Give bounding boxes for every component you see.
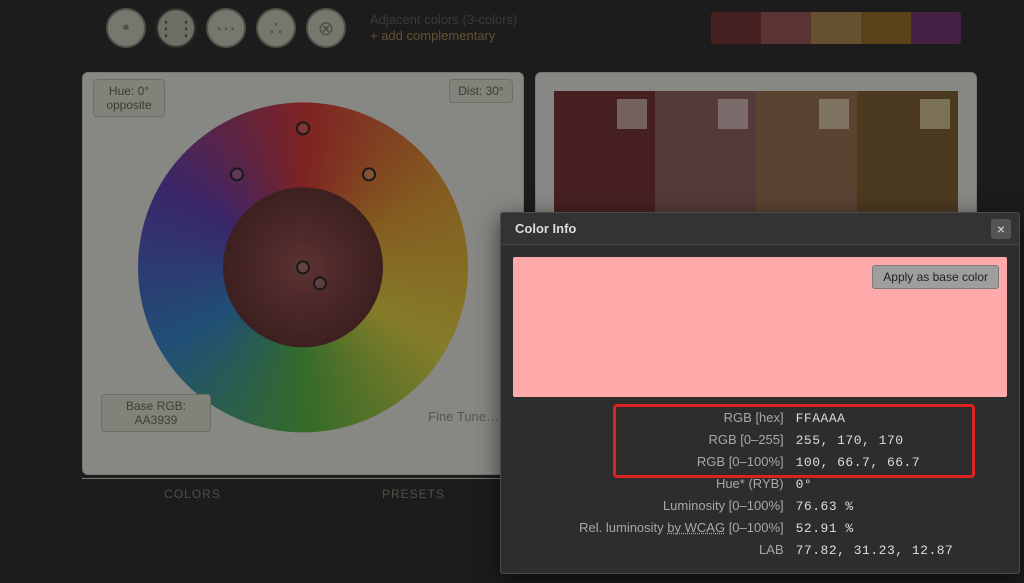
info-value: FFAAAA: [790, 407, 1007, 429]
info-row: LAB77.82, 31.23, 12.87: [513, 539, 1007, 561]
fine-tune-link[interactable]: Fine Tune…: [428, 409, 499, 424]
palette-swatch[interactable]: [861, 12, 911, 44]
popup-title: Color Info: [515, 221, 576, 236]
scheme-title: Adjacent colors (3-colors): [370, 12, 517, 28]
wheel-panel: Hue: 0° opposite Dist: 30° Base RGB: AA3…: [82, 72, 524, 475]
popup-header: Color Info ×: [501, 213, 1019, 245]
info-key: RGB [0–255]: [513, 429, 790, 451]
base-rgb-pill[interactable]: Base RGB: AA3939: [101, 394, 211, 432]
scheme-subtitle[interactable]: + add complementary: [370, 28, 517, 44]
info-value: 52.91 %: [790, 517, 1007, 539]
info-value: 77.82, 31.23, 12.87: [790, 539, 1007, 561]
scheme-option-4[interactable]: ∴: [256, 8, 296, 48]
color-wheel[interactable]: [138, 102, 468, 432]
info-key: RGB [0–100%]: [513, 451, 790, 473]
wheel-point-center[interactable]: [296, 260, 310, 274]
palette-swatch[interactable]: [811, 12, 861, 44]
scheme-option-1[interactable]: •: [106, 8, 146, 48]
apply-base-color-button[interactable]: Apply as base color: [872, 265, 999, 289]
dist-value: Dist: 30°: [458, 84, 503, 98]
scheme-option-5[interactable]: ⊗: [306, 8, 346, 48]
color-swatch: Apply as base color: [513, 257, 1007, 397]
info-row: Hue* (RYB)0°: [513, 473, 1007, 495]
info-key: LAB: [513, 539, 790, 561]
color-info-popup: Color Info × Apply as base color RGB [he…: [500, 212, 1020, 574]
info-key: Luminosity [0–100%]: [513, 495, 790, 517]
wheel-point-left[interactable]: [230, 167, 244, 181]
scheme-option-2[interactable]: ⋮⋮: [156, 8, 196, 48]
info-row: Rel. luminosity by WCAG [0–100%]52.91 %: [513, 517, 1007, 539]
close-icon[interactable]: ×: [991, 219, 1011, 239]
dist-pill[interactable]: Dist: 30°: [449, 79, 513, 103]
scheme-option-3[interactable]: ⋯: [206, 8, 246, 48]
wheel-point-right[interactable]: [362, 167, 376, 181]
info-value: 76.63 %: [790, 495, 1007, 517]
tab-colors[interactable]: COLORS: [82, 478, 303, 508]
info-key: Hue* (RYB): [513, 473, 790, 495]
wheel-point-inner[interactable]: [313, 276, 327, 290]
base-rgb-value: AA3939: [108, 413, 204, 427]
wheel-point-top[interactable]: [296, 121, 310, 135]
palette-swatch[interactable]: [761, 12, 811, 44]
info-key: RGB [hex]: [513, 407, 790, 429]
info-value: 0°: [790, 473, 1007, 495]
scheme-top-bar: • ⋮⋮ ⋯ ∴ ⊗ Adjacent colors (3-colors) + …: [82, 0, 977, 56]
info-value: 100, 66.7, 66.7: [790, 451, 1007, 473]
info-key: Rel. luminosity by WCAG [0–100%]: [513, 517, 790, 539]
info-row: Luminosity [0–100%]76.63 %: [513, 495, 1007, 517]
info-row: RGB [0–255]255, 170, 170: [513, 429, 1007, 451]
base-rgb-label: Base RGB:: [108, 399, 204, 413]
info-row: RGB [hex]FFAAAA: [513, 407, 1007, 429]
palette-swatch[interactable]: [911, 12, 961, 44]
palette-strip[interactable]: [711, 12, 961, 44]
palette-swatch[interactable]: [711, 12, 761, 44]
info-value: 255, 170, 170: [790, 429, 1007, 451]
hue-value: Hue: 0°: [102, 84, 156, 98]
left-tabs: COLORS PRESETS: [82, 478, 524, 508]
color-info-table: RGB [hex]FFAAAARGB [0–255]255, 170, 170R…: [513, 407, 1007, 561]
info-row: RGB [0–100%]100, 66.7, 66.7: [513, 451, 1007, 473]
tab-presets[interactable]: PRESETS: [303, 478, 524, 508]
